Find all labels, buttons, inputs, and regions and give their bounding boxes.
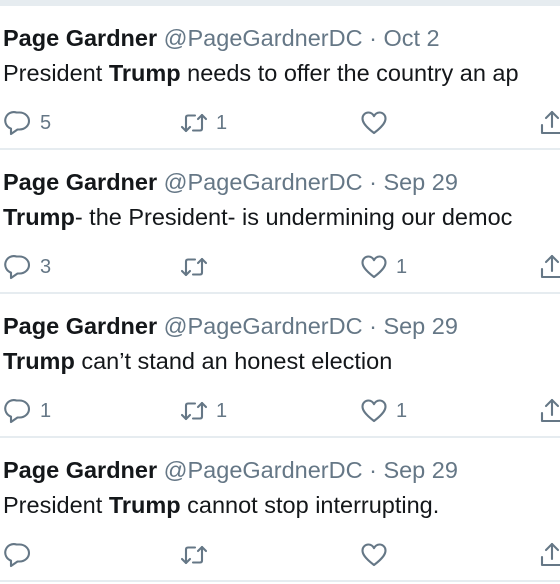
reply-count: 1 xyxy=(40,400,52,422)
share-button[interactable] xyxy=(538,397,560,425)
like-button[interactable]: 1 xyxy=(360,397,407,425)
share-icon xyxy=(540,542,560,567)
reply-icon xyxy=(4,543,31,568)
share-button[interactable] xyxy=(538,109,560,137)
retweet-icon xyxy=(180,113,208,133)
separator-dot: · xyxy=(369,169,377,195)
author-handle[interactable]: @PageGardnerDC xyxy=(164,169,363,195)
tweet-header: Page Gardner @PageGardnerDC · Sep 29 xyxy=(3,167,458,197)
retweet-button[interactable]: 1 xyxy=(180,109,227,137)
tweet[interactable]: Page Gardner @PageGardnerDC · Sep 29 Pre… xyxy=(0,438,560,582)
retweet-icon xyxy=(180,401,208,421)
like-button[interactable] xyxy=(360,109,396,137)
reply-icon xyxy=(4,111,31,136)
like-button[interactable]: 1 xyxy=(360,253,407,281)
retweet-count: 1 xyxy=(216,400,228,422)
tweet-header: Page Gardner @PageGardnerDC · Sep 29 xyxy=(3,455,458,485)
tweet-date[interactable]: Sep 29 xyxy=(383,169,457,195)
share-button[interactable] xyxy=(538,541,560,569)
separator-dot: · xyxy=(369,457,377,483)
tweet-text-highlight: Trump xyxy=(108,492,181,518)
share-icon xyxy=(540,398,560,423)
heart-icon xyxy=(361,543,387,567)
retweet-button[interactable]: 1 xyxy=(180,397,227,425)
tweet-text: President Trump needs to offer the count… xyxy=(3,58,519,88)
tweet-text-suffix: cannot stop interrupting. xyxy=(180,492,440,518)
tweet[interactable]: Page Gardner @PageGardnerDC · Sep 29 Tru… xyxy=(0,294,560,438)
tweet-date[interactable]: Sep 29 xyxy=(383,457,457,483)
author-name[interactable]: Page Gardner xyxy=(3,457,157,483)
tweet-text-suffix: needs to offer the country an ap xyxy=(180,60,519,86)
heart-icon xyxy=(361,111,387,135)
tweet-text-suffix: - the President- is undermining our demo… xyxy=(74,204,513,230)
reply-icon xyxy=(4,399,31,424)
separator-dot: · xyxy=(369,25,377,51)
retweet-count: 1 xyxy=(216,112,228,134)
tweet-text: Trump can’t stand an honest election xyxy=(3,346,392,376)
tweet-date[interactable]: Sep 29 xyxy=(383,313,457,339)
author-name[interactable]: Page Gardner xyxy=(3,169,157,195)
author-name[interactable]: Page Gardner xyxy=(3,25,157,51)
author-handle[interactable]: @PageGardnerDC xyxy=(164,25,363,51)
tweet-text-highlight: Trump xyxy=(3,204,75,230)
tweet[interactable]: Page Gardner @PageGardnerDC · Oct 2 Pres… xyxy=(0,6,560,150)
author-handle[interactable]: @PageGardnerDC xyxy=(164,313,363,339)
tweet[interactable]: Page Gardner @PageGardnerDC · Sep 29 Tru… xyxy=(0,150,560,294)
reply-button[interactable]: 3 xyxy=(4,253,51,281)
like-button[interactable] xyxy=(360,541,396,569)
author-name[interactable]: Page Gardner xyxy=(3,313,157,339)
retweet-icon xyxy=(180,545,208,565)
retweet-button[interactable] xyxy=(180,541,216,569)
share-icon xyxy=(540,110,560,135)
reply-count: 5 xyxy=(40,112,52,134)
tweet-text-suffix: can’t stand an honest election xyxy=(74,348,393,374)
like-count: 1 xyxy=(396,256,408,278)
retweet-icon xyxy=(180,257,208,277)
tweet-text: Trump- the President- is undermining our… xyxy=(3,202,512,232)
reply-button[interactable] xyxy=(4,541,40,569)
share-icon xyxy=(540,254,560,279)
tweet-text-highlight: Trump xyxy=(3,348,75,374)
tweet-header: Page Gardner @PageGardnerDC · Sep 29 xyxy=(3,311,458,341)
tweet-text-highlight: Trump xyxy=(108,60,181,86)
share-button[interactable] xyxy=(538,253,560,281)
heart-icon xyxy=(361,399,387,423)
separator-dot: · xyxy=(369,313,377,339)
reply-button[interactable]: 1 xyxy=(4,397,51,425)
tweet-divider xyxy=(0,580,560,582)
like-count: 1 xyxy=(396,400,408,422)
tweet-text-prefix: President xyxy=(3,492,109,518)
reply-icon xyxy=(4,255,31,280)
author-handle[interactable]: @PageGardnerDC xyxy=(164,457,363,483)
tweet-text: President Trump cannot stop interrupting… xyxy=(3,490,439,520)
retweet-button[interactable] xyxy=(180,253,216,281)
reply-button[interactable]: 5 xyxy=(4,109,51,137)
heart-icon xyxy=(361,255,387,279)
tweet-header: Page Gardner @PageGardnerDC · Oct 2 xyxy=(3,23,440,53)
tweet-text-prefix: President xyxy=(3,60,109,86)
tweet-date[interactable]: Oct 2 xyxy=(383,25,439,51)
reply-count: 3 xyxy=(40,256,52,278)
